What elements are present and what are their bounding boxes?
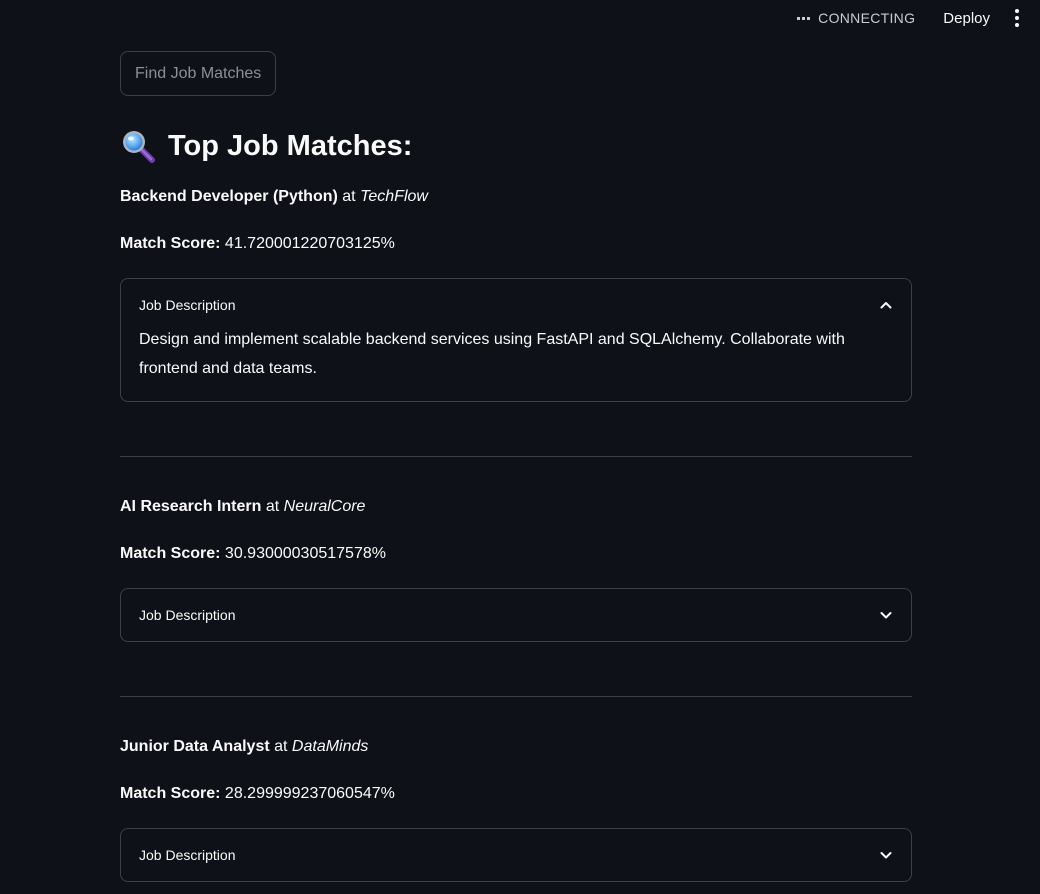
chevron-down-icon bbox=[880, 852, 892, 859]
job-card: Backend Developer (Python) at TechFlow M… bbox=[120, 186, 912, 402]
magnifying-glass-icon bbox=[123, 131, 155, 163]
chevron-down-icon bbox=[880, 612, 892, 619]
job-description-expander: Job Description Design and implement sca… bbox=[120, 278, 912, 402]
match-score: Match Score: 41.720001220703125% bbox=[120, 233, 912, 255]
expander-label: Job Description bbox=[139, 847, 236, 863]
expander-header[interactable]: Job Description bbox=[121, 829, 911, 881]
match-score: Match Score: 28.299999237060547% bbox=[120, 783, 912, 805]
expander-label: Job Description bbox=[139, 297, 236, 313]
connection-status-text: CONNECTING bbox=[818, 10, 916, 26]
match-score: Match Score: 30.93000030517578% bbox=[120, 543, 912, 565]
top-toolbar: CONNECTING Deploy bbox=[0, 0, 1040, 36]
job-company: NeuralCore bbox=[283, 498, 366, 515]
match-score-value: 28.299999237060547% bbox=[224, 785, 395, 802]
status-dots-icon bbox=[797, 16, 811, 20]
expander-header[interactable]: Job Description bbox=[121, 279, 911, 331]
match-score-value: 41.720001220703125% bbox=[224, 235, 395, 252]
job-description-expander: Job Description bbox=[120, 588, 912, 642]
page-title: Top Job Matches: bbox=[168, 129, 413, 162]
job-title: Backend Developer (Python) bbox=[120, 188, 338, 205]
page-heading: Top Job Matches: bbox=[120, 128, 912, 164]
job-company: TechFlow bbox=[360, 188, 428, 205]
job-title-line: AI Research Intern at NeuralCore bbox=[120, 496, 912, 518]
job-title-line: Backend Developer (Python) at TechFlow bbox=[120, 186, 912, 208]
expander-header[interactable]: Job Description bbox=[121, 589, 911, 641]
job-at: at bbox=[265, 498, 280, 515]
job-at: at bbox=[342, 188, 356, 205]
match-score-label: Match Score: bbox=[120, 545, 221, 562]
find-job-matches-button[interactable]: Find Job Matches bbox=[120, 51, 277, 96]
job-description-text: Design and implement scalable backend se… bbox=[139, 331, 845, 377]
match-score-label: Match Score: bbox=[120, 785, 221, 802]
job-at: at bbox=[274, 738, 288, 755]
match-score-value: 30.93000030517578% bbox=[224, 545, 386, 562]
job-title: Junior Data Analyst bbox=[120, 738, 270, 755]
job-title: AI Research Intern bbox=[120, 498, 262, 515]
match-score-label: Match Score: bbox=[120, 235, 221, 252]
job-card: AI Research Intern at NeuralCore Match S… bbox=[120, 496, 912, 642]
main-content: Find Job Matches Top Job Matches: Backen… bbox=[120, 51, 912, 882]
job-title-line: Junior Data Analyst at DataMinds bbox=[120, 736, 912, 758]
job-company: DataMinds bbox=[291, 738, 369, 755]
job-card: Junior Data Analyst at DataMinds Match S… bbox=[120, 736, 912, 882]
divider bbox=[120, 696, 912, 697]
expander-label: Job Description bbox=[139, 607, 236, 623]
main-menu-icon[interactable] bbox=[1012, 9, 1022, 27]
chevron-up-icon bbox=[880, 302, 892, 309]
job-description-expander: Job Description bbox=[120, 828, 912, 882]
divider bbox=[120, 456, 912, 457]
deploy-button[interactable]: Deploy bbox=[943, 10, 990, 27]
connection-status: CONNECTING bbox=[797, 10, 915, 26]
